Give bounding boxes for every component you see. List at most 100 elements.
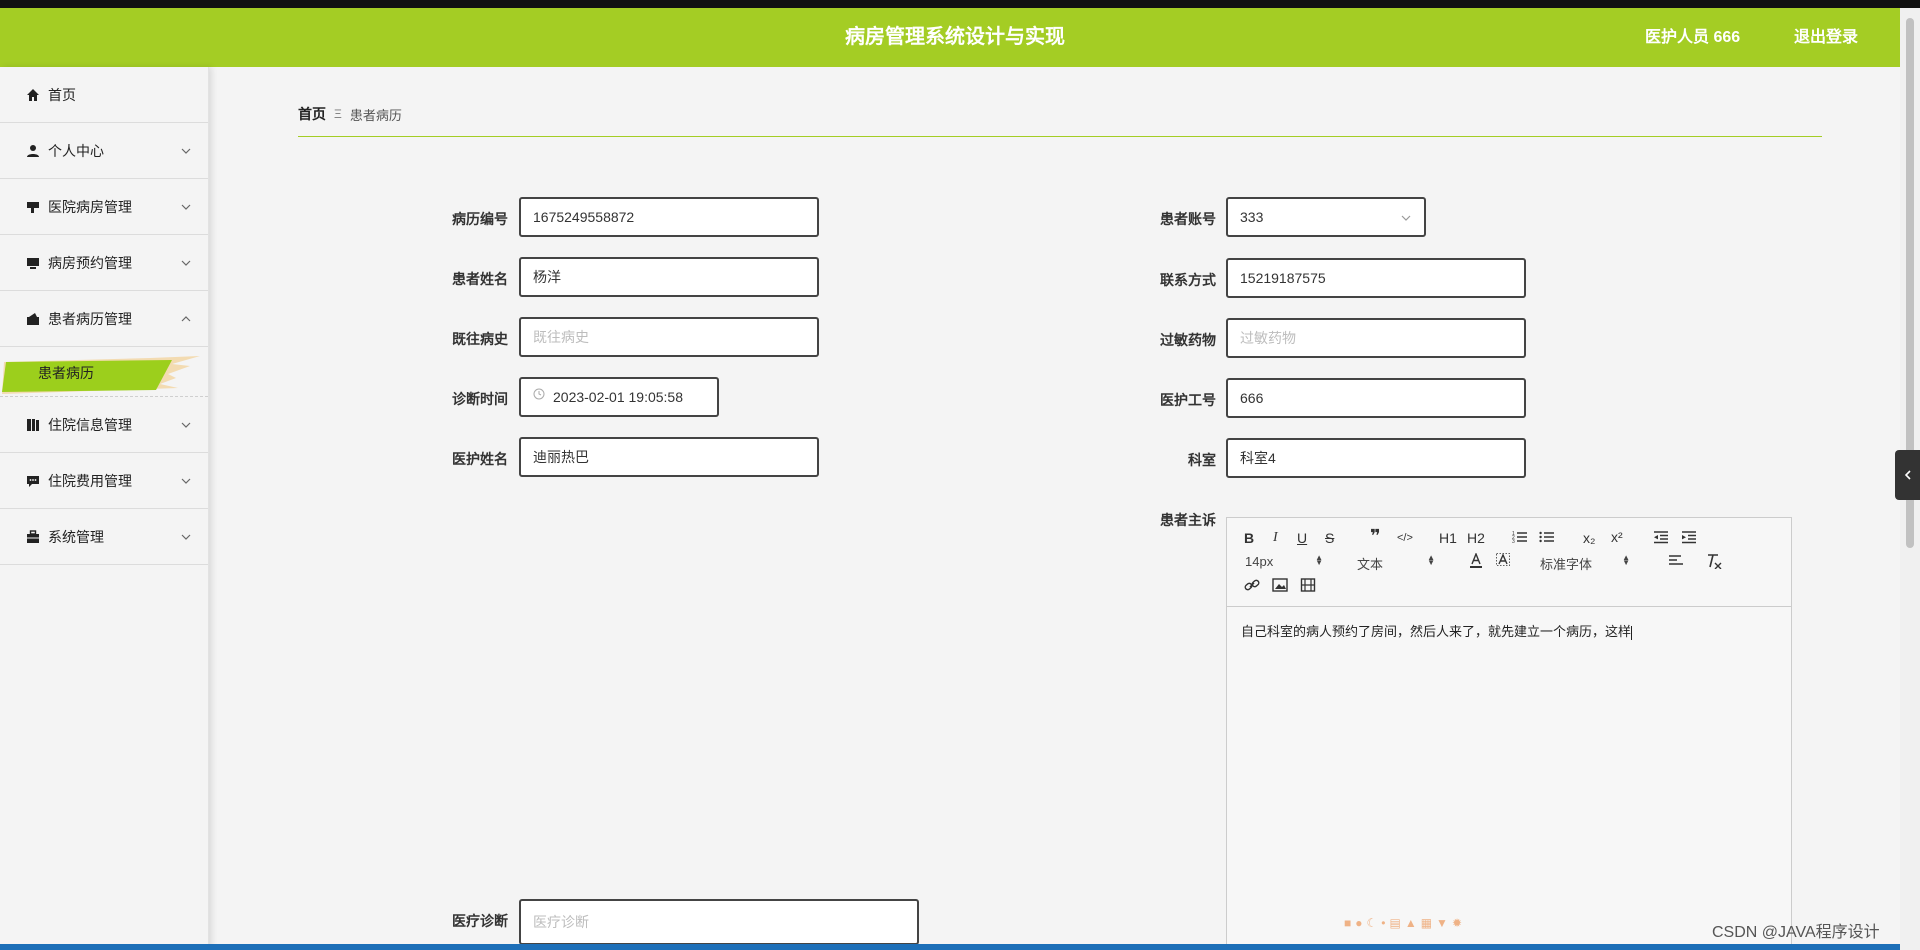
video-icon[interactable] — [1300, 578, 1316, 595]
chevron-left-icon — [1904, 470, 1911, 480]
history-label: 既往病史 — [452, 331, 508, 347]
editor-toolbar: B I U S ❞ </> H1 H2 123 x₂ x² 14px ▲ ▼ 文本… — [1227, 518, 1791, 607]
record-no-label: 病历编号 — [452, 211, 508, 227]
superscript-icon[interactable]: x² — [1611, 529, 1623, 545]
sidebar-item-label: 系统管理 — [48, 528, 104, 545]
font-color-icon[interactable] — [1469, 552, 1483, 572]
nurse-id-label: 医护工号 — [1160, 392, 1216, 408]
select-arrows-icon: ▲ ▼ — [1427, 553, 1435, 567]
ime-moon-icon: ☾ — [1366, 916, 1378, 930]
patient-account-value: 333 — [1240, 209, 1264, 225]
ime-skin-icon: ▼ — [1436, 916, 1448, 930]
font-family-select[interactable]: 标准字体 ▲ ▼ — [1540, 554, 1634, 573]
brush-highlight-shape — [2, 356, 200, 394]
sidebar: 首页 个人中心 医院病房管理 病房预约管理 患者病历管理 患者病历 住院信息管理… — [0, 67, 209, 950]
allergy-label: 过敏药物 — [1160, 332, 1216, 348]
block-format-select[interactable]: 文本 ▲ ▼ — [1357, 554, 1439, 573]
svg-text:3: 3 — [1512, 539, 1515, 544]
submenu-record-management: 患者病历 — [0, 347, 208, 397]
indent-icon[interactable] — [1681, 530, 1697, 547]
window-bottom-bar — [0, 944, 1900, 950]
patient-name-field[interactable]: 杨洋 — [519, 257, 819, 297]
sidebar-item-label: 住院信息管理 — [48, 416, 132, 433]
header-one-icon[interactable]: H1 — [1439, 530, 1457, 546]
history-field[interactable]: 既往病史 — [519, 317, 819, 357]
underline-icon[interactable]: U — [1297, 530, 1307, 546]
sidebar-item-record-management[interactable]: 患者病历管理 — [0, 291, 208, 347]
complaint-editor: B I U S ❞ </> H1 H2 123 x₂ x² 14px ▲ ▼ 文本… — [1226, 517, 1792, 950]
book-icon — [26, 418, 40, 432]
text-caret — [1631, 625, 1633, 640]
sidebar-item-inpatient-management[interactable]: 住院信息管理 — [0, 397, 208, 453]
current-user: 医护人员 666 — [1645, 29, 1741, 46]
sidebar-item-label: 医院病房管理 — [48, 198, 132, 215]
ime-punct-icon: • — [1381, 916, 1386, 930]
breadcrumb-home[interactable]: 首页 — [298, 104, 326, 124]
breadcrumb: 首页 Ξ 患者病历 — [298, 104, 402, 124]
briefcase-icon — [26, 529, 40, 544]
sidebar-subitem-label: 患者病历 — [38, 365, 94, 381]
department-field[interactable]: 科室4 — [1226, 438, 1526, 478]
patient-account-label: 患者账号 — [1160, 211, 1216, 227]
app-title: 病房管理系统设计与实现 — [845, 26, 1065, 48]
clear-format-icon[interactable] — [1706, 553, 1722, 572]
align-left-icon[interactable] — [1668, 554, 1684, 571]
wallet-icon — [26, 312, 40, 326]
select-arrows-icon: ▲ ▼ — [1315, 553, 1323, 567]
chevron-down-icon — [181, 148, 191, 154]
sidebar-item-label: 个人中心 — [48, 142, 104, 159]
ime-settings-icon: ✹ — [1451, 916, 1462, 930]
user-icon — [26, 144, 40, 158]
diagnosis-time-label: 诊断时间 — [452, 391, 508, 407]
code-block-icon[interactable]: </> — [1397, 530, 1413, 546]
link-icon[interactable] — [1244, 578, 1260, 595]
sidebar-item-label: 住院费用管理 — [48, 472, 132, 489]
complaint-editor-content[interactable]: 自己科室的病人预约了房间，然后人来了，就先建立一个病历，这样 — [1227, 607, 1791, 654]
subscript-icon[interactable]: x₂ — [1583, 530, 1595, 546]
bullet-list-icon[interactable] — [1539, 530, 1555, 547]
contact-field[interactable]: 15219187575 — [1226, 258, 1526, 298]
ime-mode-icon: ● — [1355, 916, 1363, 930]
sidebar-item-ward-management[interactable]: 医院病房管理 — [0, 179, 208, 235]
allergy-field[interactable]: 过敏药物 — [1226, 318, 1526, 358]
sidebar-item-profile[interactable]: 个人中心 — [0, 123, 208, 179]
blockquote-icon[interactable]: ❞ — [1370, 527, 1381, 545]
nurse-id-field[interactable]: 666 — [1226, 378, 1526, 418]
contact-label: 联系方式 — [1160, 272, 1216, 288]
window-top-edge — [0, 0, 1920, 8]
font-size-select[interactable]: 14px ▲ ▼ — [1245, 553, 1327, 570]
select-arrows-icon: ▲ ▼ — [1622, 553, 1630, 567]
breadcrumb-current: 患者病历 — [349, 107, 402, 123]
nurse-name-label: 医护姓名 — [452, 451, 508, 467]
sidebar-item-booking-management[interactable]: 病房预约管理 — [0, 235, 208, 291]
ime-logo-icon: ■ — [1344, 916, 1352, 930]
chevron-down-icon — [181, 204, 191, 210]
side-collapse-tab[interactable] — [1895, 450, 1920, 500]
ordered-list-icon[interactable]: 123 — [1512, 530, 1528, 547]
header-two-icon[interactable]: H2 — [1467, 530, 1485, 546]
sidebar-item-label: 首页 — [48, 86, 76, 103]
sidebar-subitem-patient-record[interactable]: 患者病历 — [0, 354, 200, 394]
image-icon[interactable] — [1272, 578, 1288, 595]
chevron-up-icon — [181, 316, 191, 322]
background-color-icon[interactable] — [1496, 553, 1510, 572]
nurse-name-field[interactable]: 迪丽热巴 — [519, 437, 819, 477]
italic-icon[interactable]: I — [1273, 530, 1278, 546]
logout-button[interactable]: 退出登录 — [1794, 8, 1858, 67]
chevron-down-icon — [1401, 215, 1411, 221]
sidebar-item-home[interactable]: 首页 — [0, 67, 208, 123]
patient-name-label: 患者姓名 — [452, 271, 508, 287]
sidebar-item-system-management[interactable]: 系统管理 — [0, 509, 208, 565]
sidebar-item-fee-management[interactable]: 住院费用管理 — [0, 453, 208, 509]
diagnosis-time-picker[interactable]: 2023-02-01 19:05:58 — [519, 377, 719, 417]
bold-icon[interactable]: B — [1244, 530, 1254, 546]
outdent-icon[interactable] — [1653, 530, 1669, 547]
record-no-field[interactable]: 1675249558872 — [519, 197, 819, 237]
chat-icon — [26, 474, 40, 488]
department-label: 科室 — [1188, 452, 1216, 468]
strikethrough-icon[interactable]: S — [1325, 530, 1334, 546]
ime-keyboard-icon: ▤ — [1389, 916, 1401, 930]
patient-account-select[interactable]: 333 — [1226, 197, 1426, 237]
medical-diagnosis-field[interactable]: 医疗诊断 — [519, 899, 919, 945]
watermark: CSDN @JAVA程序设计 — [1712, 924, 1880, 941]
